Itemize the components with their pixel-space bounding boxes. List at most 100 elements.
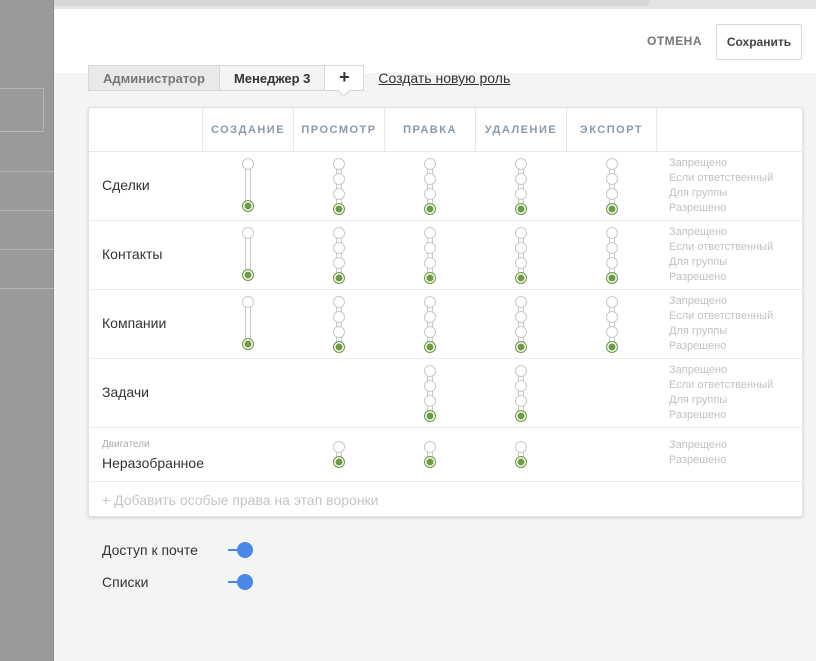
slider-dot[interactable] xyxy=(515,158,527,170)
slider-dot-selected[interactable] xyxy=(515,272,527,284)
slider-dot[interactable] xyxy=(333,188,345,200)
slider-dot[interactable] xyxy=(515,365,527,377)
slider-dot-selected[interactable] xyxy=(515,341,527,353)
lists-toggle[interactable] xyxy=(228,574,254,590)
slider-dot-selected[interactable] xyxy=(333,203,345,215)
permission-slider[interactable] xyxy=(515,296,527,353)
slider-dot[interactable] xyxy=(606,326,618,338)
slider-dot-selected[interactable] xyxy=(333,272,345,284)
slider-dot[interactable] xyxy=(424,395,436,407)
slider-dot[interactable] xyxy=(515,395,527,407)
permission-slider[interactable] xyxy=(606,296,618,353)
mail-access-toggle[interactable] xyxy=(228,542,254,558)
slider-dot[interactable] xyxy=(515,311,527,323)
slider-dot[interactable] xyxy=(424,227,436,239)
slider-dot[interactable] xyxy=(424,173,436,185)
toggle-knob xyxy=(237,574,253,590)
permission-slider[interactable] xyxy=(333,441,345,468)
permission-slider[interactable] xyxy=(424,296,436,353)
slider-dot-selected[interactable] xyxy=(424,341,436,353)
slider-dot[interactable] xyxy=(515,326,527,338)
slider-dot[interactable] xyxy=(333,296,345,308)
slider-dot[interactable] xyxy=(515,242,527,254)
slider-dot[interactable] xyxy=(515,296,527,308)
slider-dot-selected[interactable] xyxy=(424,272,436,284)
permission-slider[interactable] xyxy=(606,158,618,215)
slider-dot-selected[interactable] xyxy=(424,456,436,468)
create-role-link[interactable]: Создать новую роль xyxy=(378,65,510,91)
permission-slider[interactable] xyxy=(424,441,436,468)
slider-dot[interactable] xyxy=(424,242,436,254)
slider-dot-selected[interactable] xyxy=(606,272,618,284)
slider-dot-selected[interactable] xyxy=(242,338,254,350)
permission-slider[interactable] xyxy=(515,227,527,284)
role-tab-manager-3[interactable]: Менеджер 3 xyxy=(219,65,326,91)
slider-dot-selected[interactable] xyxy=(424,410,436,422)
slider-dot[interactable] xyxy=(424,188,436,200)
slider-dot[interactable] xyxy=(424,365,436,377)
slider-dot[interactable] xyxy=(333,242,345,254)
slider-dot[interactable] xyxy=(333,441,345,453)
cancel-button[interactable]: ОТМЕНА xyxy=(647,34,702,48)
slider-dot[interactable] xyxy=(333,311,345,323)
slider-dot[interactable] xyxy=(333,326,345,338)
permission-slider[interactable] xyxy=(515,365,527,422)
permission-slider[interactable] xyxy=(333,296,345,353)
slider-dot[interactable] xyxy=(424,326,436,338)
slider-dot[interactable] xyxy=(242,227,254,239)
slider-dot[interactable] xyxy=(424,380,436,392)
role-tab-administrator[interactable]: Администратор xyxy=(88,65,220,91)
slider-dot-selected[interactable] xyxy=(242,200,254,212)
slider-dot[interactable] xyxy=(424,311,436,323)
slider-dot[interactable] xyxy=(242,158,254,170)
permission-slider[interactable] xyxy=(242,296,254,350)
slider-dot[interactable] xyxy=(606,311,618,323)
slider-dot-selected[interactable] xyxy=(606,203,618,215)
slider-dot-selected[interactable] xyxy=(242,269,254,281)
slider-dot[interactable] xyxy=(333,227,345,239)
slider-dot-selected[interactable] xyxy=(515,456,527,468)
permission-slider[interactable] xyxy=(606,227,618,284)
slider-dot-selected[interactable] xyxy=(606,341,618,353)
permission-slider[interactable] xyxy=(333,227,345,284)
slider-dot[interactable] xyxy=(424,257,436,269)
slider-dot[interactable] xyxy=(424,441,436,453)
slider-dot[interactable] xyxy=(515,441,527,453)
slider-dot[interactable] xyxy=(606,257,618,269)
slider-dot[interactable] xyxy=(515,380,527,392)
slider-dot[interactable] xyxy=(515,257,527,269)
slider-dot[interactable] xyxy=(606,158,618,170)
slider-dot[interactable] xyxy=(606,227,618,239)
slider-dot[interactable] xyxy=(606,173,618,185)
slider-dot[interactable] xyxy=(333,257,345,269)
permission-slider[interactable] xyxy=(515,441,527,468)
slider-dot[interactable] xyxy=(424,296,436,308)
column-header-create: СОЗДАНИЕ xyxy=(202,108,293,152)
slider-dot-selected[interactable] xyxy=(333,456,345,468)
slider-dot-selected[interactable] xyxy=(424,203,436,215)
permission-slider[interactable] xyxy=(515,158,527,215)
slider-dot[interactable] xyxy=(333,173,345,185)
slider-dot[interactable] xyxy=(606,242,618,254)
slider-dot[interactable] xyxy=(606,188,618,200)
permission-slider[interactable] xyxy=(242,158,254,212)
slider-dot[interactable] xyxy=(515,173,527,185)
permission-slider[interactable] xyxy=(424,365,436,422)
slider-dot[interactable] xyxy=(515,188,527,200)
save-button[interactable]: Сохранить xyxy=(716,24,802,60)
slider-dot[interactable] xyxy=(242,296,254,308)
permission-slider[interactable] xyxy=(242,227,254,281)
slider-dot-selected[interactable] xyxy=(333,341,345,353)
slider-dot[interactable] xyxy=(515,227,527,239)
slider-dot[interactable] xyxy=(606,296,618,308)
row-sublabel: Двигатели xyxy=(102,439,150,450)
slider-dot-selected[interactable] xyxy=(515,203,527,215)
permission-slider[interactable] xyxy=(424,227,436,284)
slider-dot[interactable] xyxy=(333,158,345,170)
permission-slider[interactable] xyxy=(333,158,345,215)
permission-slider[interactable] xyxy=(424,158,436,215)
add-stage-rights-link[interactable]: + Добавить особые права на этап воронки xyxy=(102,492,379,508)
slider-dot[interactable] xyxy=(424,158,436,170)
add-role-button[interactable]: + xyxy=(325,65,365,91)
slider-dot-selected[interactable] xyxy=(515,410,527,422)
